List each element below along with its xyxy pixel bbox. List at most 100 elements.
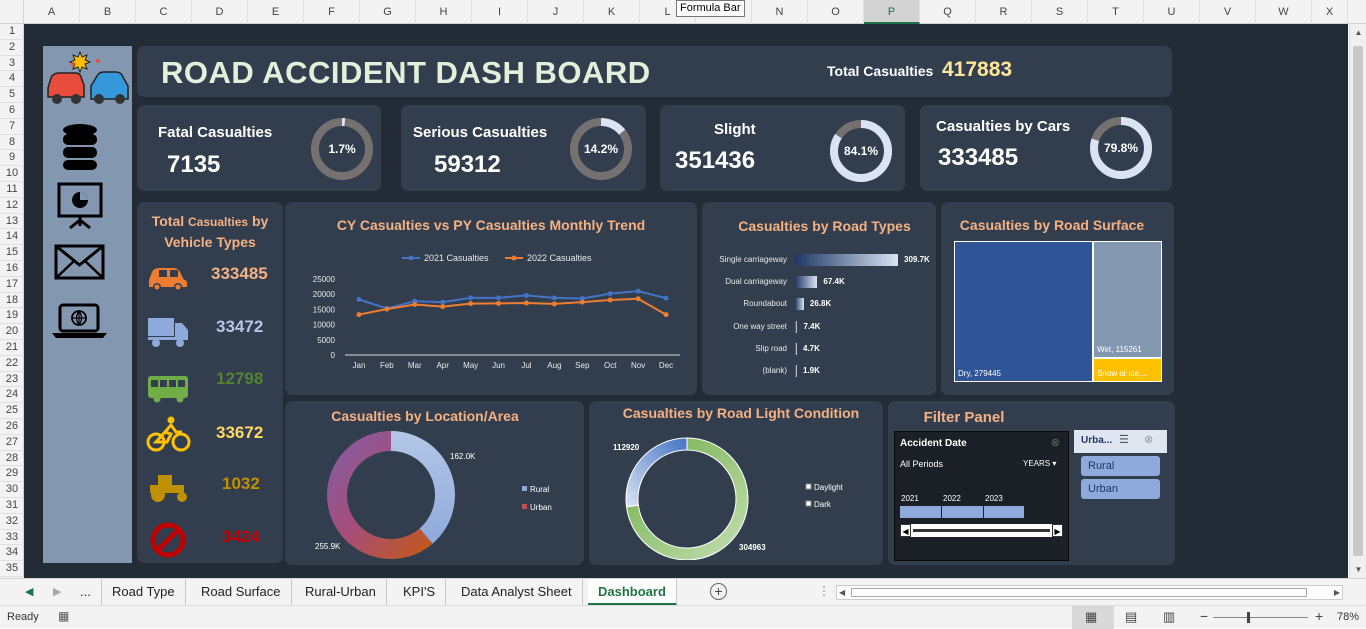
row-header[interactable]: 12 (0, 198, 24, 214)
row-header[interactable]: 26 (0, 419, 24, 435)
row-header[interactable]: 25 (0, 403, 24, 419)
column-header-g[interactable]: G (360, 0, 416, 24)
row-header[interactable]: 34 (0, 545, 24, 562)
sheet-tab-road-type[interactable]: Road Type (102, 579, 186, 606)
column-header-d[interactable]: D (192, 0, 248, 24)
mail-icon[interactable] (54, 244, 105, 280)
sheet-tab-dashboard[interactable]: Dashboard (588, 579, 677, 606)
timeline-scrollbar[interactable]: ◀ ▶ (900, 524, 1063, 537)
column-header-k[interactable]: K (584, 0, 640, 24)
years-dropdown[interactable]: YEARS ▾ (1023, 459, 1056, 468)
scroll-thumb[interactable] (1353, 46, 1363, 556)
column-header-a[interactable]: A (24, 0, 80, 24)
zoom-slider[interactable] (1213, 617, 1308, 618)
car-crash-icon[interactable] (47, 50, 129, 104)
select-all-corner[interactable] (0, 0, 24, 24)
column-header-t[interactable]: T (1088, 0, 1144, 24)
row-header[interactable]: 2 (0, 40, 24, 56)
sheet-tab-rural-urban[interactable]: Rural-Urban (295, 579, 387, 606)
scroll-right-icon[interactable]: ▶ (1052, 524, 1063, 537)
row-header[interactable]: 14 (0, 229, 24, 246)
row-header[interactable]: 35 (0, 561, 24, 577)
tab-splitter-icon[interactable]: ⋮ (818, 584, 830, 598)
column-header-x[interactable]: X (1312, 0, 1348, 24)
sheet-tab-kpis[interactable]: KPI'S (393, 579, 447, 606)
row-header[interactable]: 10 (0, 166, 24, 182)
slicer-option-rural[interactable]: Rural (1081, 456, 1160, 476)
presentation-icon[interactable] (57, 182, 103, 230)
column-header-o[interactable]: O (808, 0, 864, 24)
database-icon[interactable] (63, 124, 97, 170)
row-header[interactable]: 18 (0, 293, 24, 309)
column-header-p[interactable]: P (864, 0, 920, 24)
zoom-out-icon[interactable]: − (1200, 608, 1208, 624)
row-header[interactable]: 32 (0, 514, 24, 530)
row-header[interactable]: 21 (0, 340, 24, 356)
row-header[interactable]: 1 (0, 24, 24, 40)
row-header[interactable]: 33 (0, 530, 24, 546)
laptop-globe-icon[interactable] (52, 303, 107, 338)
scroll-right-icon[interactable]: ▶ (1334, 586, 1340, 599)
row-header[interactable]: 19 (0, 308, 24, 325)
row-header[interactable]: 6 (0, 103, 24, 119)
scroll-down-icon[interactable]: ▼ (1350, 561, 1366, 578)
sheet-tab-more[interactable]: ... (70, 579, 102, 606)
column-header-u[interactable]: U (1144, 0, 1200, 24)
row-header[interactable]: 29 (0, 466, 24, 483)
row-header[interactable]: 23 (0, 372, 24, 388)
row-header[interactable]: 7 (0, 119, 24, 135)
column-header-h[interactable]: H (416, 0, 472, 24)
date-timeline-slicer[interactable]: Accident Date ⊗ All Periods YEARS ▾ 2021… (894, 431, 1069, 561)
column-header-f[interactable]: F (304, 0, 360, 24)
column-header-j[interactable]: J (528, 0, 584, 24)
scroll-track[interactable] (913, 529, 1050, 532)
column-header-q[interactable]: Q (920, 0, 976, 24)
row-header[interactable]: 31 (0, 498, 24, 514)
scroll-thumb[interactable] (851, 588, 1307, 597)
row-header[interactable]: 24 (0, 387, 24, 404)
page-layout-icon[interactable]: ▤ (1125, 609, 1137, 625)
zoom-in-icon[interactable]: + (1315, 608, 1323, 624)
column-header-s[interactable]: S (1032, 0, 1088, 24)
scroll-left-icon[interactable]: ◀ (900, 524, 911, 537)
row-header[interactable]: 3 (0, 56, 24, 72)
vertical-scrollbar[interactable]: ▲ ▼ (1349, 24, 1366, 578)
clear-filter-icon[interactable]: ⊗ (1144, 433, 1153, 446)
multi-select-icon[interactable]: ☰ (1119, 433, 1129, 446)
row-header[interactable]: 28 (0, 451, 24, 467)
row-header[interactable]: 13 (0, 214, 24, 230)
row-header[interactable]: 9 (0, 150, 24, 167)
accessibility-icon[interactable]: ▦ (58, 609, 69, 623)
row-header[interactable]: 8 (0, 135, 24, 151)
row-header[interactable]: 15 (0, 245, 24, 261)
row-header[interactable]: 27 (0, 435, 24, 451)
clear-filter-icon[interactable]: ⊗ (1051, 436, 1060, 449)
row-header[interactable]: 5 (0, 87, 24, 103)
timeline-bar[interactable] (900, 506, 1025, 518)
row-header[interactable]: 4 (0, 71, 24, 88)
slicer-option-urban[interactable]: Urban (1081, 479, 1160, 499)
scroll-left-icon[interactable]: ◀ (839, 586, 845, 599)
zoom-level[interactable]: 78% (1337, 611, 1359, 623)
add-sheet-icon[interactable]: + (710, 583, 727, 600)
row-header[interactable]: 22 (0, 356, 24, 372)
page-break-icon[interactable]: ▥ (1163, 609, 1175, 625)
row-header[interactable]: 30 (0, 482, 24, 498)
sheet-tab-data-analyst[interactable]: Data Analyst Sheet (451, 579, 583, 606)
horizontal-scrollbar[interactable]: ◀ ▶ (836, 585, 1343, 600)
row-header[interactable]: 11 (0, 182, 24, 198)
column-header-i[interactable]: I (472, 0, 528, 24)
sheet-tab-road-surface[interactable]: Road Surface (191, 579, 292, 606)
column-header-e[interactable]: E (248, 0, 304, 24)
row-header[interactable]: 20 (0, 324, 24, 340)
scroll-up-icon[interactable]: ▲ (1350, 24, 1366, 41)
row-header[interactable]: 17 (0, 277, 24, 293)
column-header-n[interactable]: N (752, 0, 808, 24)
next-sheet-icon[interactable]: ▶ (53, 585, 61, 598)
row-header[interactable]: 16 (0, 261, 24, 277)
column-header-r[interactable]: R (976, 0, 1032, 24)
column-header-w[interactable]: W (1256, 0, 1312, 24)
column-header-c[interactable]: C (136, 0, 192, 24)
column-header-b[interactable]: B (80, 0, 136, 24)
column-header-v[interactable]: V (1200, 0, 1256, 24)
